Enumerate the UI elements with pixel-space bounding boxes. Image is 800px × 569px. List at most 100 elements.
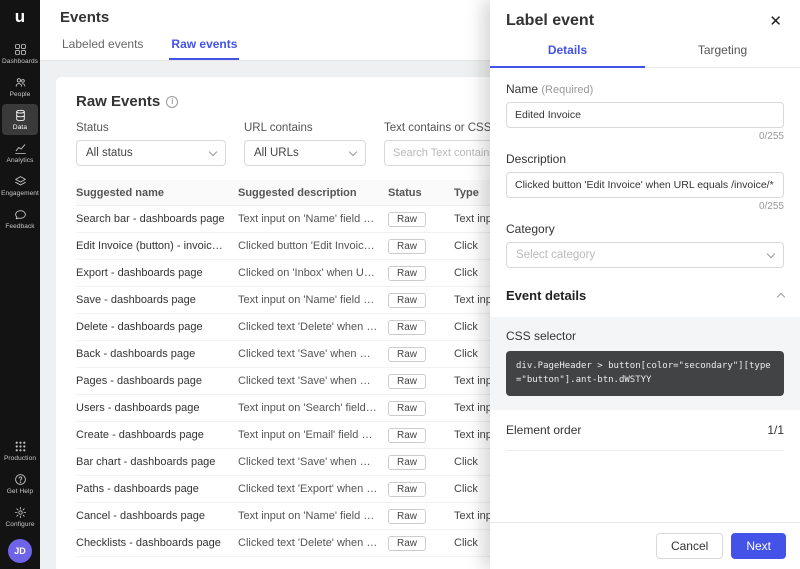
- chevron-down-icon: [349, 147, 357, 155]
- sidebar-item-configure[interactable]: Configure: [2, 501, 38, 532]
- status-badge: Raw: [388, 455, 426, 470]
- description-field-label: Description: [506, 152, 784, 166]
- panel-body: Name (Required) 0/255 Description 0/255 …: [490, 68, 800, 451]
- cell-suggested-name: Paths - dashboards page: [76, 483, 238, 495]
- sidebar-item-engagement[interactable]: Engagement: [2, 170, 38, 201]
- cell-suggested-name: Delete - dashboards page: [76, 321, 238, 333]
- status-filter-select[interactable]: All status: [76, 140, 226, 166]
- cell-suggested-description: Clicked button 'Edit Invoice' whe...: [238, 240, 388, 252]
- status-filter-group: Status All status: [76, 122, 226, 166]
- event-details-title: Event details: [506, 288, 586, 303]
- label-event-panel: Label event ✕ Details Targeting Name (Re…: [490, 0, 800, 569]
- sidebar-item-label: Feedback: [5, 223, 34, 230]
- cell-suggested-name: Save - dashboards page: [76, 294, 238, 306]
- name-field-label: Name (Required): [506, 82, 784, 96]
- column-header-status[interactable]: Status: [388, 187, 454, 199]
- info-icon[interactable]: i: [166, 96, 178, 108]
- sidebar-item-label: Production: [4, 455, 36, 462]
- required-hint: (Required): [541, 84, 593, 96]
- element-order-row: Element order 1/1: [506, 410, 784, 451]
- cell-suggested-description: Clicked text 'Delete' when URL e...: [238, 537, 388, 549]
- category-field-label: Category: [506, 222, 784, 236]
- sidebar-item-label: Dashboards: [2, 58, 38, 65]
- feedback-icon: [14, 208, 27, 221]
- tab-labeled-events[interactable]: Labeled events: [60, 29, 145, 60]
- name-char-count: 0/255: [506, 131, 784, 142]
- cell-status: Raw: [388, 266, 454, 281]
- chevron-down-icon: [209, 147, 217, 155]
- description-field[interactable]: [506, 172, 784, 198]
- status-badge: Raw: [388, 482, 426, 497]
- cell-suggested-description: Clicked text 'Save' when URL eq...: [238, 456, 388, 468]
- tab-details[interactable]: Details: [490, 37, 645, 68]
- app-logo[interactable]: u: [15, 8, 25, 25]
- category-select[interactable]: Select category: [506, 242, 784, 268]
- status-badge: Raw: [388, 293, 426, 308]
- close-icon[interactable]: ✕: [767, 12, 784, 31]
- sidebar-item-feedback[interactable]: Feedback: [2, 203, 38, 234]
- cell-status: Raw: [388, 347, 454, 362]
- cell-suggested-description: Text input on 'Name' field when...: [238, 294, 388, 306]
- column-header-suggested-description[interactable]: Suggested description: [238, 187, 388, 199]
- sidebar-item-label: Get Help: [7, 488, 33, 495]
- cell-suggested-description: Text input on 'Name' field when...: [238, 213, 388, 225]
- chevron-up-icon: [777, 293, 785, 301]
- sidebar-item-dashboards[interactable]: Dashboards: [2, 38, 38, 69]
- sidebar-item-production[interactable]: Production: [2, 435, 38, 466]
- event-details-section-header[interactable]: Event details: [506, 284, 784, 309]
- section-title: Raw Events: [76, 93, 160, 110]
- url-filter-group: URL contains All URLs: [244, 122, 366, 166]
- sidebar: u Dashboards People Data Analytics Engag…: [0, 0, 40, 569]
- url-filter-select[interactable]: All URLs: [244, 140, 366, 166]
- sidebar-item-data[interactable]: Data: [2, 104, 38, 135]
- status-filter-value: All status: [86, 147, 133, 159]
- sidebar-item-label: Data: [13, 124, 27, 131]
- status-badge: Raw: [388, 509, 426, 524]
- sidebar-item-analytics[interactable]: Analytics: [2, 137, 38, 168]
- status-badge: Raw: [388, 428, 426, 443]
- status-badge: Raw: [388, 536, 426, 551]
- app-root: u Dashboards People Data Analytics Engag…: [0, 0, 800, 569]
- panel-footer: Cancel Next: [490, 522, 800, 569]
- cell-status: Raw: [388, 536, 454, 551]
- production-icon: [14, 440, 27, 453]
- cell-status: Raw: [388, 212, 454, 227]
- name-field[interactable]: [506, 102, 784, 128]
- cancel-button[interactable]: Cancel: [656, 533, 723, 559]
- sidebar-item-people[interactable]: People: [2, 71, 38, 102]
- cell-suggested-description: Text input on 'Email' field when...: [238, 429, 388, 441]
- url-filter-value: All URLs: [254, 147, 299, 159]
- gear-icon: [14, 506, 27, 519]
- cell-status: Raw: [388, 239, 454, 254]
- cell-status: Raw: [388, 320, 454, 335]
- next-button[interactable]: Next: [731, 533, 786, 559]
- chevron-down-icon: [767, 249, 775, 257]
- status-badge: Raw: [388, 212, 426, 227]
- analytics-icon: [14, 142, 27, 155]
- status-badge: Raw: [388, 374, 426, 389]
- category-placeholder: Select category: [516, 249, 595, 261]
- status-badge: Raw: [388, 239, 426, 254]
- cell-suggested-description: Clicked on 'Inbox' when URL eq...: [238, 267, 388, 279]
- sidebar-item-get-help[interactable]: Get Help: [2, 468, 38, 499]
- cell-status: Raw: [388, 455, 454, 470]
- cell-suggested-name: Search bar - dashboards page: [76, 213, 238, 225]
- user-avatar[interactable]: JD: [8, 539, 32, 563]
- status-badge: Raw: [388, 320, 426, 335]
- sidebar-item-label: Analytics: [7, 157, 34, 164]
- cell-status: Raw: [388, 293, 454, 308]
- element-order-label: Element order: [506, 423, 581, 437]
- cell-status: Raw: [388, 374, 454, 389]
- cell-suggested-description: Clicked text 'Save' when URL eq...: [238, 348, 388, 360]
- cell-suggested-name: Users - dashboards page: [76, 402, 238, 414]
- cell-suggested-name: Bar chart - dashboards page: [76, 456, 238, 468]
- cell-suggested-description: Text input on 'Name' field when...: [238, 510, 388, 522]
- cell-suggested-name: Back - dashboards page: [76, 348, 238, 360]
- sidebar-item-label: Configure: [5, 521, 34, 528]
- people-icon: [14, 76, 27, 89]
- column-header-suggested-name[interactable]: Suggested name: [76, 187, 238, 199]
- tab-targeting[interactable]: Targeting: [645, 37, 800, 68]
- cell-suggested-name: Export - dashboards page: [76, 267, 238, 279]
- tab-raw-events[interactable]: Raw events: [169, 29, 239, 60]
- cell-suggested-name: Cancel - dashboards page: [76, 510, 238, 522]
